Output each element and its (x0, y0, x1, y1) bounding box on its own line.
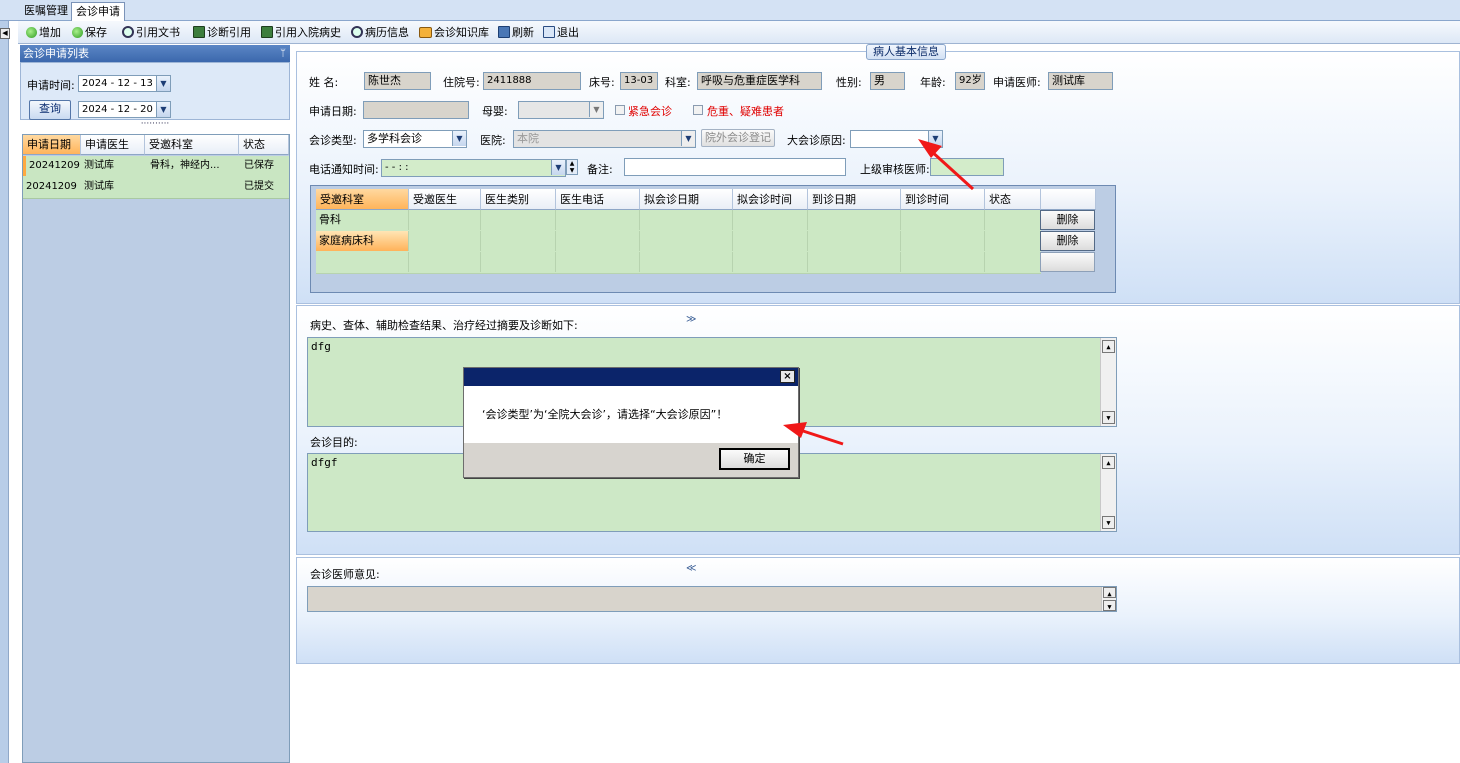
annotation-arrow-icon (783, 139, 975, 446)
